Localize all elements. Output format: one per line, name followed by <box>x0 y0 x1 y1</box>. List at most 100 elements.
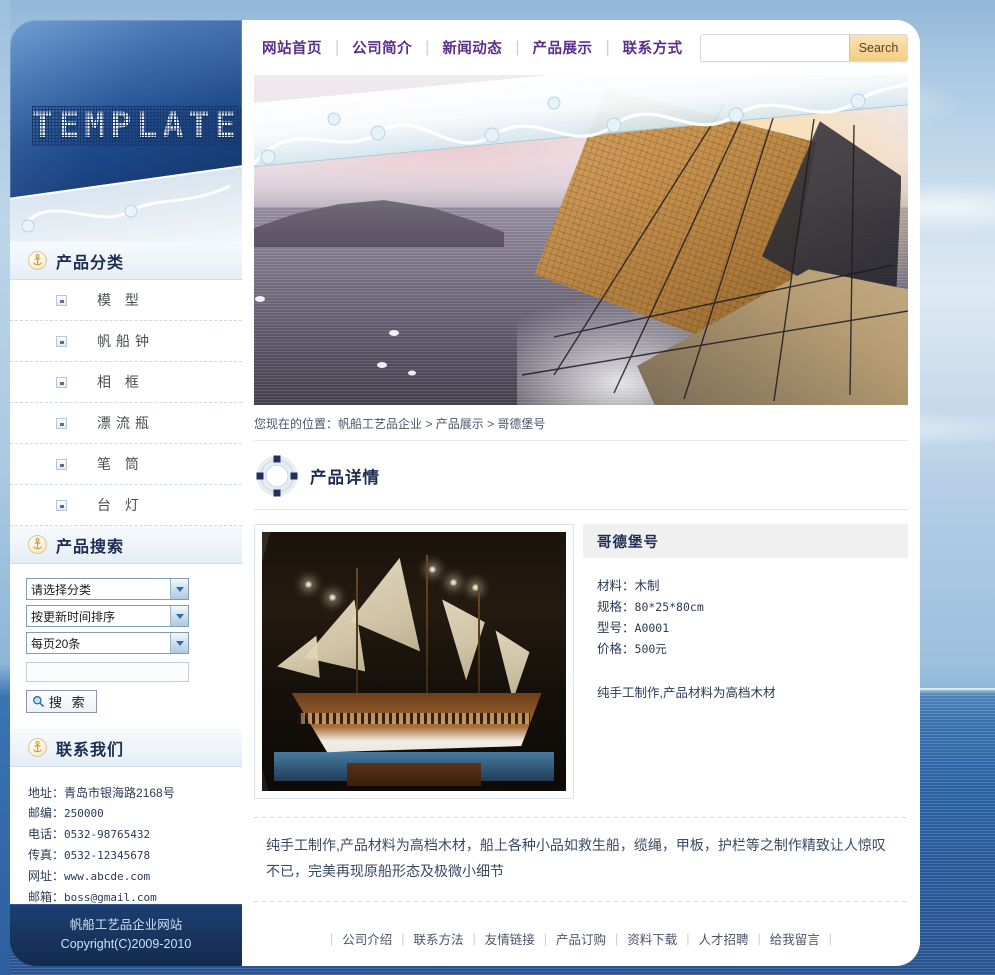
nav-item-3[interactable]: 新闻动态 <box>442 37 502 58</box>
product-description: 纯手工制作,产品材料为高档木材，船上各种小品如救生船，缆绳，甲板，护栏等之制作精… <box>266 837 886 879</box>
contact-title: 联系我们 <box>56 741 125 759</box>
contact-row-label: 地址： <box>28 786 65 800</box>
section-title: 产品详情 <box>310 469 380 487</box>
product-search-keyword-input[interactable] <box>26 662 189 682</box>
footer-link-5[interactable]: 资料下载 <box>618 929 686 948</box>
product-image-frame[interactable] <box>254 524 574 799</box>
product-categories-title: 产品分类 <box>56 254 125 272</box>
contact-row-value: 0532-98765432 <box>64 828 151 841</box>
copyright-block: 帆船工艺品企业网站 Copyright(C)2009-2010 <box>10 904 242 966</box>
product-categories-panel: 产品分类 模 型帆船钟相 框漂流瓶笔 筒台 灯 <box>10 242 242 526</box>
product-search-header: 产品搜索 <box>10 526 242 564</box>
sidebar-category-item[interactable]: 相 框 <box>10 362 242 403</box>
breadcrumb-item[interactable]: 产品展示 <box>436 417 484 431</box>
section-title-row: 产品详情 <box>254 453 908 509</box>
sidebar-category-label: 帆船钟 <box>97 333 154 349</box>
sort-select-value: 按更新时间排序 <box>31 609 116 624</box>
sidebar-category-item[interactable]: 帆船钟 <box>10 321 242 362</box>
product-spec-value: 木制 <box>634 579 660 593</box>
product-spec-row: 材料：木制 <box>597 576 908 597</box>
header-search-input[interactable] <box>701 35 849 60</box>
nav-separator: | <box>515 38 520 56</box>
chevron-down-icon <box>170 633 188 653</box>
category-bullet-icon <box>56 458 67 470</box>
life-ring-icon <box>256 455 298 497</box>
category-bullet-icon <box>56 417 67 429</box>
nav-separator: | <box>335 38 340 56</box>
anchor-icon <box>28 738 47 757</box>
description-rule <box>254 817 908 818</box>
anchor-icon <box>28 535 47 554</box>
nav-item-1[interactable]: 网站首页 <box>262 37 322 58</box>
product-spec-label: 规格： <box>597 600 635 614</box>
contact-row: 网址：www.abcde.com <box>28 866 226 887</box>
footer-link-3[interactable]: 友情链接 <box>476 929 544 948</box>
copyright-site-name: 帆船工艺品企业网站 <box>69 918 183 932</box>
anchor-icon <box>28 251 47 270</box>
chevron-down-icon <box>170 606 188 626</box>
product-name: 哥德堡号 <box>597 534 659 551</box>
site-logo-text: TEMPLATE <box>32 106 241 146</box>
footer-link-4[interactable]: 产品订购 <box>547 929 615 948</box>
product-search-panel: 产品搜索 请选择分类 按更新时间排序 每页20条 搜 索 <box>10 526 242 729</box>
contact-row-label: 电话： <box>28 827 65 841</box>
category-bullet-icon <box>56 499 67 511</box>
pagesize-select[interactable]: 每页20条 <box>26 632 189 654</box>
contact-header: 联系我们 <box>10 729 242 767</box>
header-search-button[interactable]: Search <box>849 34 907 61</box>
contact-row-value: 0532-12345678 <box>64 849 151 862</box>
nav-item-4[interactable]: 产品展示 <box>532 37 592 58</box>
breadcrumb-item[interactable]: 帆船工艺品企业 <box>338 417 422 431</box>
category-select[interactable]: 请选择分类 <box>26 578 189 600</box>
site-logo-panel[interactable]: TEMPLATE <box>10 20 242 242</box>
footer-link-2[interactable]: 联系方法 <box>404 929 472 948</box>
sort-select[interactable]: 按更新时间排序 <box>26 605 189 627</box>
footer-link-7[interactable]: 给我留言 <box>761 929 829 948</box>
contact-details: 地址：青岛市银海路2168号 邮编：250000 电话：0532-98765432 传… <box>10 767 242 918</box>
sidebar-category-item[interactable]: 笔 筒 <box>10 444 242 485</box>
header-search: Search <box>700 33 908 62</box>
footer-separator: | <box>828 931 833 946</box>
breadcrumb-item: 哥德堡号 <box>497 417 546 431</box>
sidebar-category-label: 漂流瓶 <box>97 415 154 431</box>
sidebar-category-label: 台 灯 <box>97 497 144 513</box>
product-short-note: 纯手工制作,产品材料为高档木材 <box>597 686 776 700</box>
contact-row: 电话：0532-98765432 <box>28 824 226 845</box>
product-spec-row: 规格：80*25*80cm <box>597 597 908 618</box>
sidebar-category-item[interactable]: 模 型 <box>10 280 242 321</box>
sidebar-category-label: 笔 筒 <box>97 456 144 472</box>
contact-row-value: boss@gmail.com <box>64 891 157 904</box>
nav-item-2[interactable]: 公司简介 <box>352 37 412 58</box>
sidebar: TEMPLATE 产品分类 模 型帆船钟相 框漂流瓶笔 筒台 灯 产品搜索 请选… <box>10 20 242 966</box>
contact-row-value: www.abcde.com <box>64 870 151 883</box>
product-search-form: 请选择分类 按更新时间排序 每页20条 搜 索 <box>10 564 242 729</box>
category-bullet-icon <box>56 294 67 306</box>
sidebar-category-label: 相 框 <box>97 374 144 390</box>
contact-row: 地址：青岛市银海路2168号 <box>28 783 226 803</box>
sidebar-category-label: 模 型 <box>97 292 144 308</box>
product-search-button[interactable]: 搜 索 <box>26 690 97 713</box>
contact-panel: 联系我们 地址：青岛市银海路2168号 邮编：250000 电话：0532-9876… <box>10 729 242 918</box>
product-photo-case-glass <box>262 532 566 791</box>
product-spec-label: 型号： <box>597 621 635 635</box>
footer-link-1[interactable]: 公司介绍 <box>333 929 401 948</box>
category-select-value: 请选择分类 <box>31 582 92 597</box>
section-title-rule <box>254 509 908 510</box>
chevron-down-icon <box>170 579 188 599</box>
sidebar-category-item[interactable]: 台 灯 <box>10 485 242 526</box>
product-spec-label: 材料： <box>597 579 635 593</box>
product-spec-row: 价格：500元 <box>597 639 908 660</box>
contact-row: 传真：0532-12345678 <box>28 845 226 866</box>
product-categories-list: 模 型帆船钟相 框漂流瓶笔 筒台 灯 <box>10 280 242 526</box>
sidebar-category-item[interactable]: 漂流瓶 <box>10 403 242 444</box>
contact-row-label: 网址： <box>28 869 65 883</box>
product-search-title: 产品搜索 <box>56 538 125 556</box>
product-spec-value: 80*25*80cm <box>634 600 704 614</box>
contact-row: 邮编：250000 <box>28 803 226 824</box>
nav-item-5[interactable]: 联系方式 <box>623 37 683 58</box>
copyright-years: Copyright(C)2009-2010 <box>60 937 192 951</box>
contact-row-label: 邮箱： <box>28 890 65 904</box>
product-name-bar: 哥德堡号 <box>583 524 908 558</box>
footer-link-6[interactable]: 人才招聘 <box>690 929 758 948</box>
product-specs: 材料：木制 规格：80*25*80cm 型号：A0001 价格：500元 纯手工制作,… <box>583 558 908 701</box>
